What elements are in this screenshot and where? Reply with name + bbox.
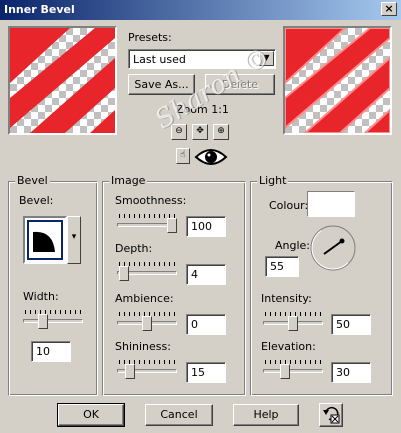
elevation-field[interactable]: 30 bbox=[331, 362, 371, 383]
bevel-group: Bevel Bevel: ▾ Width: 10 bbox=[8, 174, 98, 396]
before-preview[interactable] bbox=[8, 26, 117, 135]
ambience-slider[interactable] bbox=[117, 310, 177, 332]
ambience-field[interactable]: 0 bbox=[186, 314, 226, 335]
zoom-out-icon[interactable]: ⊖ bbox=[171, 124, 187, 140]
image-group-title: Image bbox=[109, 174, 148, 187]
smoothness-label: Smoothness: bbox=[115, 194, 187, 207]
help-button[interactable]: Help bbox=[233, 404, 299, 426]
ambience-label: Ambience: bbox=[115, 292, 174, 305]
depth-slider[interactable] bbox=[117, 260, 177, 282]
bevel-dropdown-chevron-icon[interactable]: ▾ bbox=[67, 216, 81, 264]
delete-button[interactable]: Delete bbox=[205, 74, 275, 95]
slider-thumb[interactable] bbox=[288, 316, 298, 331]
pan-icon[interactable]: ✥ bbox=[192, 124, 208, 140]
presets-dropdown[interactable]: Last used ▼ bbox=[128, 49, 276, 69]
slider-thumb[interactable] bbox=[119, 266, 129, 281]
smoothness-field[interactable]: 100 bbox=[186, 216, 226, 237]
elevation-slider[interactable] bbox=[263, 358, 323, 380]
zoom-in-icon[interactable]: ⊕ bbox=[213, 124, 229, 140]
shininess-slider[interactable] bbox=[117, 358, 177, 380]
cancel-button[interactable]: Cancel bbox=[145, 404, 213, 426]
presets-selected: Last used bbox=[133, 53, 186, 66]
slider-thumb[interactable] bbox=[167, 218, 177, 233]
close-icon[interactable]: × bbox=[381, 2, 397, 16]
angle-field[interactable]: 55 bbox=[265, 256, 299, 277]
slider-thumb[interactable] bbox=[125, 364, 135, 379]
intensity-field[interactable]: 50 bbox=[331, 314, 371, 335]
bevel-group-title: Bevel bbox=[15, 174, 50, 187]
width-slider[interactable] bbox=[23, 308, 83, 330]
bevel-label: Bevel: bbox=[19, 194, 54, 207]
reset-icon[interactable] bbox=[319, 403, 343, 427]
intensity-label: Intensity: bbox=[261, 292, 312, 305]
slider-thumb[interactable] bbox=[280, 364, 290, 379]
light-group-title: Light bbox=[257, 174, 289, 187]
intensity-slider[interactable] bbox=[263, 310, 323, 332]
shininess-field[interactable]: 15 bbox=[186, 362, 226, 383]
title-bar: Inner Bevel × bbox=[0, 0, 401, 20]
angle-label: Angle: bbox=[275, 239, 311, 252]
colour-label: Colour: bbox=[269, 199, 309, 212]
depth-field[interactable]: 4 bbox=[186, 264, 226, 285]
angle-dial[interactable] bbox=[309, 224, 357, 272]
window-title: Inner Bevel bbox=[4, 3, 75, 16]
save-as-button[interactable]: Save As... bbox=[128, 74, 195, 95]
slider-thumb[interactable] bbox=[38, 314, 48, 329]
ok-button[interactable]: OK bbox=[57, 403, 125, 427]
zoom-label: Zoom 1:1 bbox=[176, 103, 229, 116]
image-group: Image Smoothness: 100 Depth: 4 Ambience:… bbox=[102, 174, 246, 396]
chevron-down-icon[interactable]: ▼ bbox=[259, 51, 274, 66]
width-field[interactable]: 10 bbox=[31, 341, 71, 362]
presets-label: Presets: bbox=[128, 31, 172, 44]
slider-thumb[interactable] bbox=[142, 316, 152, 331]
depth-label: Depth: bbox=[115, 242, 153, 255]
colour-swatch[interactable] bbox=[307, 191, 355, 217]
hand-icon[interactable]: ☝ bbox=[176, 148, 190, 164]
bevel-shape-preview[interactable] bbox=[23, 216, 67, 264]
smoothness-slider[interactable] bbox=[117, 212, 177, 234]
width-label: Width: bbox=[23, 290, 59, 303]
elevation-label: Elevation: bbox=[261, 340, 316, 353]
shininess-label: Shininess: bbox=[115, 340, 171, 353]
eye-icon[interactable] bbox=[194, 146, 228, 168]
after-preview[interactable] bbox=[283, 26, 392, 135]
light-group: Light Colour: Angle: 55 Intensity: 50 El… bbox=[250, 174, 393, 396]
